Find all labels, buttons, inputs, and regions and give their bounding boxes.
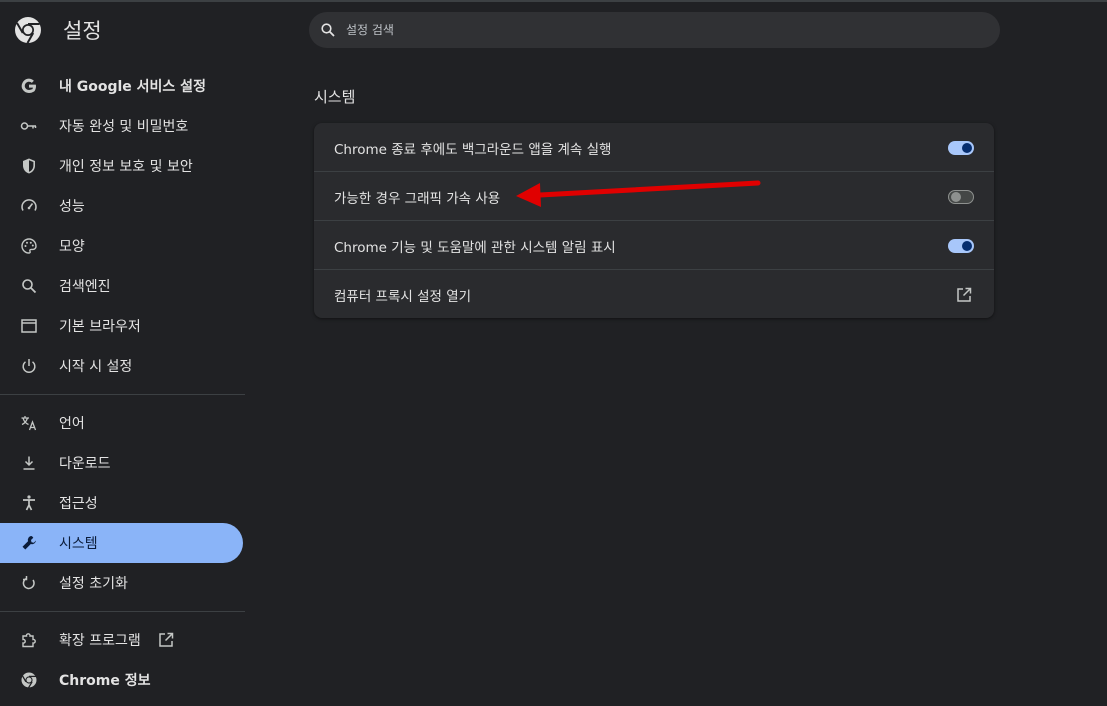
sidebar-item-label: 확장 프로그램 [59,633,141,649]
accessibility-icon [19,493,39,513]
power-icon [19,356,39,376]
shield-icon [19,156,39,176]
sidebar-item-google-services[interactable]: 내 Google 서비스 설정 [0,66,243,106]
setting-row-background-apps[interactable]: Chrome 종료 후에도 백그라운드 앱을 계속 실행 [314,123,994,172]
search-icon [19,276,39,296]
setting-row-proxy-settings[interactable]: 컴퓨터 프록시 설정 열기 [314,269,994,319]
sidebar-item-on-startup[interactable]: 시작 시 설정 [0,346,243,386]
app-title: 설정 [63,19,102,43]
reset-icon [19,573,39,593]
sidebar-item-label: 설정 초기화 [59,576,128,592]
search-icon [320,22,336,38]
sidebar-item-performance[interactable]: 성능 [0,186,243,226]
download-icon [19,453,39,473]
translate-icon [19,413,39,433]
google-g-icon [19,76,39,96]
sidebar-item-about-chrome[interactable]: Chrome 정보 [0,660,243,700]
sidebar-item-label: 검색엔진 [59,279,111,295]
sidebar-item-label: 접근성 [59,496,98,512]
sidebar-item-downloads[interactable]: 다운로드 [0,443,243,483]
section-title: 시스템 [314,88,356,106]
puzzle-icon [19,630,39,650]
sidebar-item-autofill[interactable]: 자동 완성 및 비밀번호 [0,106,243,146]
sidebar-item-extensions[interactable]: 확장 프로그램 [0,620,243,660]
sidebar-divider [0,394,245,395]
graphics-acceleration-toggle[interactable] [948,189,974,204]
external-link-icon [157,631,175,649]
chrome-logo-icon [15,17,41,44]
sidebar-item-label: 시스템 [59,536,98,552]
sidebar-item-appearance[interactable]: 모양 [0,226,243,266]
sidebar-item-label: 다운로드 [59,456,111,472]
sidebar-divider [0,611,245,612]
sidebar-item-reset[interactable]: 설정 초기화 [0,563,243,603]
sidebar-item-label: 성능 [59,199,85,215]
system-settings-card: Chrome 종료 후에도 백그라운드 앱을 계속 실행 가능한 경우 그래픽 … [314,123,994,318]
search-input[interactable] [344,22,948,38]
key-icon [19,116,39,136]
system-notifications-toggle[interactable] [948,238,974,253]
chrome-icon [19,670,39,690]
setting-label: Chrome 기능 및 도움말에 관한 시스템 알림 표시 [334,239,616,256]
toggle-knob [962,142,972,153]
sidebar-item-label: 모양 [59,239,85,255]
sidebar-item-accessibility[interactable]: 접근성 [0,483,243,523]
sidebar-item-system[interactable]: 시스템 [0,523,243,563]
brand: 설정 [14,14,102,46]
annotation-arrow [516,180,761,207]
setting-row-system-notifications[interactable]: Chrome 기능 및 도움말에 관한 시스템 알림 표시 [314,220,994,270]
background-apps-toggle[interactable] [948,140,974,155]
sidebar-item-label: 언어 [59,416,85,432]
sidebar-item-default-browser[interactable]: 기본 브라우저 [0,306,243,346]
wrench-icon [19,533,39,553]
speedometer-icon [19,196,39,216]
sidebar-item-label: 자동 완성 및 비밀번호 [59,119,189,135]
search-bar[interactable] [309,12,1000,48]
sidebar: 설정 내 Google 서비스 설정 자동 완성 및 비밀번호 개인 정보 보호… [0,0,245,706]
sidebar-item-label: 기본 브라우저 [59,319,141,335]
sidebar-item-privacy[interactable]: 개인 정보 보호 및 보안 [0,146,243,186]
setting-label: 컴퓨터 프록시 설정 열기 [334,288,472,305]
sidebar-item-search-engine[interactable]: 검색엔진 [0,266,243,306]
sidebar-item-label: 개인 정보 보호 및 보안 [59,159,193,175]
browser-window-icon [19,316,39,336]
sidebar-item-label: 시작 시 설정 [59,359,133,375]
toggle-knob [962,240,972,251]
palette-icon [19,236,39,256]
toggle-knob [951,191,961,202]
external-link-icon[interactable] [954,285,974,305]
setting-label: Chrome 종료 후에도 백그라운드 앱을 계속 실행 [334,141,612,158]
sidebar-item-label: 내 Google 서비스 설정 [59,79,206,95]
sidebar-item-languages[interactable]: 언어 [0,403,243,443]
sidebar-item-label: Chrome 정보 [59,673,151,689]
